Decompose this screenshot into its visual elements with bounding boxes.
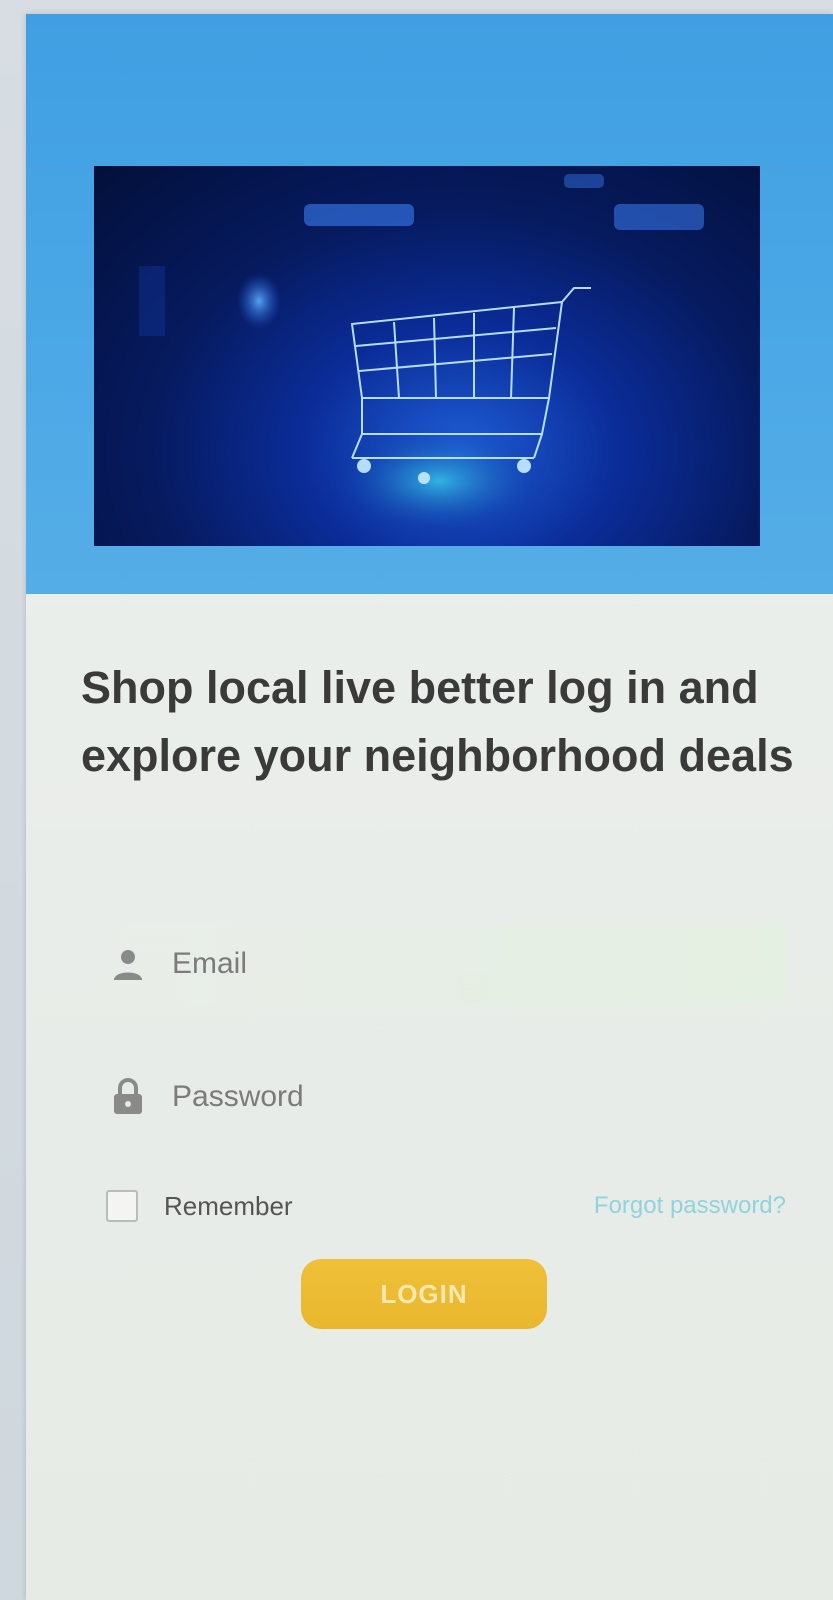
hero-banner <box>26 14 833 594</box>
forgot-password-link[interactable]: Forgot password? <box>594 1192 786 1220</box>
login-card: Shop local live better log in and explor… <box>26 14 833 1600</box>
password-input[interactable] <box>172 1080 732 1114</box>
lock-icon <box>106 1075 150 1119</box>
shopping-cart-image <box>94 166 760 546</box>
shopping-cart-icon <box>139 174 704 536</box>
email-field[interactable] <box>86 924 786 1004</box>
email-input[interactable] <box>172 947 732 981</box>
form-options: Remember Forgot password? <box>106 1184 786 1228</box>
password-field[interactable] <box>86 1057 786 1137</box>
page-title: Shop local live better log in and explor… <box>81 662 794 781</box>
page: Shop local live better log in and explor… <box>0 0 833 1600</box>
login-button[interactable]: LOGIN <box>301 1259 547 1329</box>
remember-checkbox[interactable] <box>106 1190 138 1222</box>
remember-label: Remember <box>164 1190 293 1221</box>
user-icon <box>106 942 150 986</box>
